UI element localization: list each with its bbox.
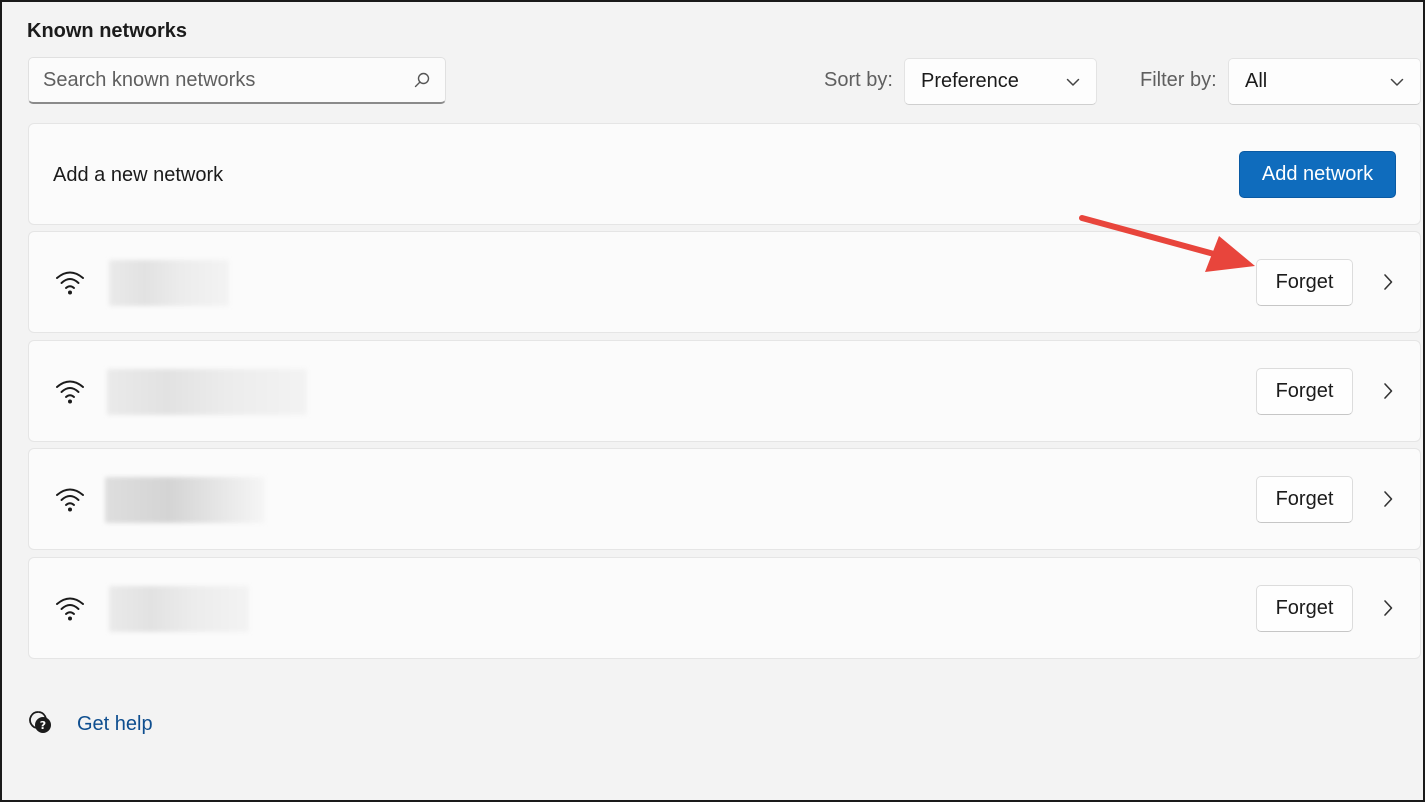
network-name-redacted: [109, 260, 229, 306]
forget-button[interactable]: Forget: [1256, 585, 1353, 632]
wifi-icon: [54, 268, 86, 296]
chevron-right-icon[interactable]: [1380, 381, 1396, 401]
chevron-right-icon[interactable]: [1380, 598, 1396, 618]
forget-button[interactable]: Forget: [1256, 368, 1353, 415]
sort-dropdown[interactable]: Preference: [904, 58, 1097, 105]
add-network-card: Add a new network Add network: [28, 123, 1421, 225]
chevron-right-icon[interactable]: [1380, 272, 1396, 292]
network-name-redacted: [107, 369, 307, 415]
sort-label: Sort by:: [824, 69, 893, 91]
search-box[interactable]: [28, 57, 446, 104]
search-input[interactable]: [43, 68, 413, 92]
wifi-icon: [54, 594, 86, 622]
search-icon[interactable]: [413, 71, 431, 89]
network-row[interactable]: Forget: [28, 448, 1421, 550]
network-name-redacted: [109, 586, 249, 632]
forget-button[interactable]: Forget: [1256, 476, 1353, 523]
add-network-text: Add a new network: [53, 164, 224, 186]
network-name-redacted: [105, 477, 265, 523]
chevron-right-icon[interactable]: [1380, 489, 1396, 509]
wifi-icon: [54, 377, 86, 405]
filter-label: Filter by:: [1140, 69, 1217, 91]
help-section: ? Get help: [27, 709, 153, 740]
get-help-link[interactable]: Get help: [77, 713, 153, 736]
add-network-button[interactable]: Add network: [1239, 151, 1396, 198]
forget-button[interactable]: Forget: [1256, 259, 1353, 306]
wifi-icon: [54, 485, 86, 513]
help-icon: ?: [27, 709, 53, 740]
filter-selected: All: [1245, 70, 1268, 92]
chevron-down-icon: [1066, 70, 1080, 93]
network-row[interactable]: Forget: [28, 231, 1421, 333]
sort-selected: Preference: [921, 70, 1019, 92]
filter-dropdown[interactable]: All: [1228, 58, 1421, 105]
network-row[interactable]: Forget: [28, 557, 1421, 659]
chevron-down-icon: [1390, 70, 1404, 93]
section-title: Known networks: [27, 20, 188, 42]
svg-text:?: ?: [40, 719, 46, 732]
network-row[interactable]: Forget: [28, 340, 1421, 442]
